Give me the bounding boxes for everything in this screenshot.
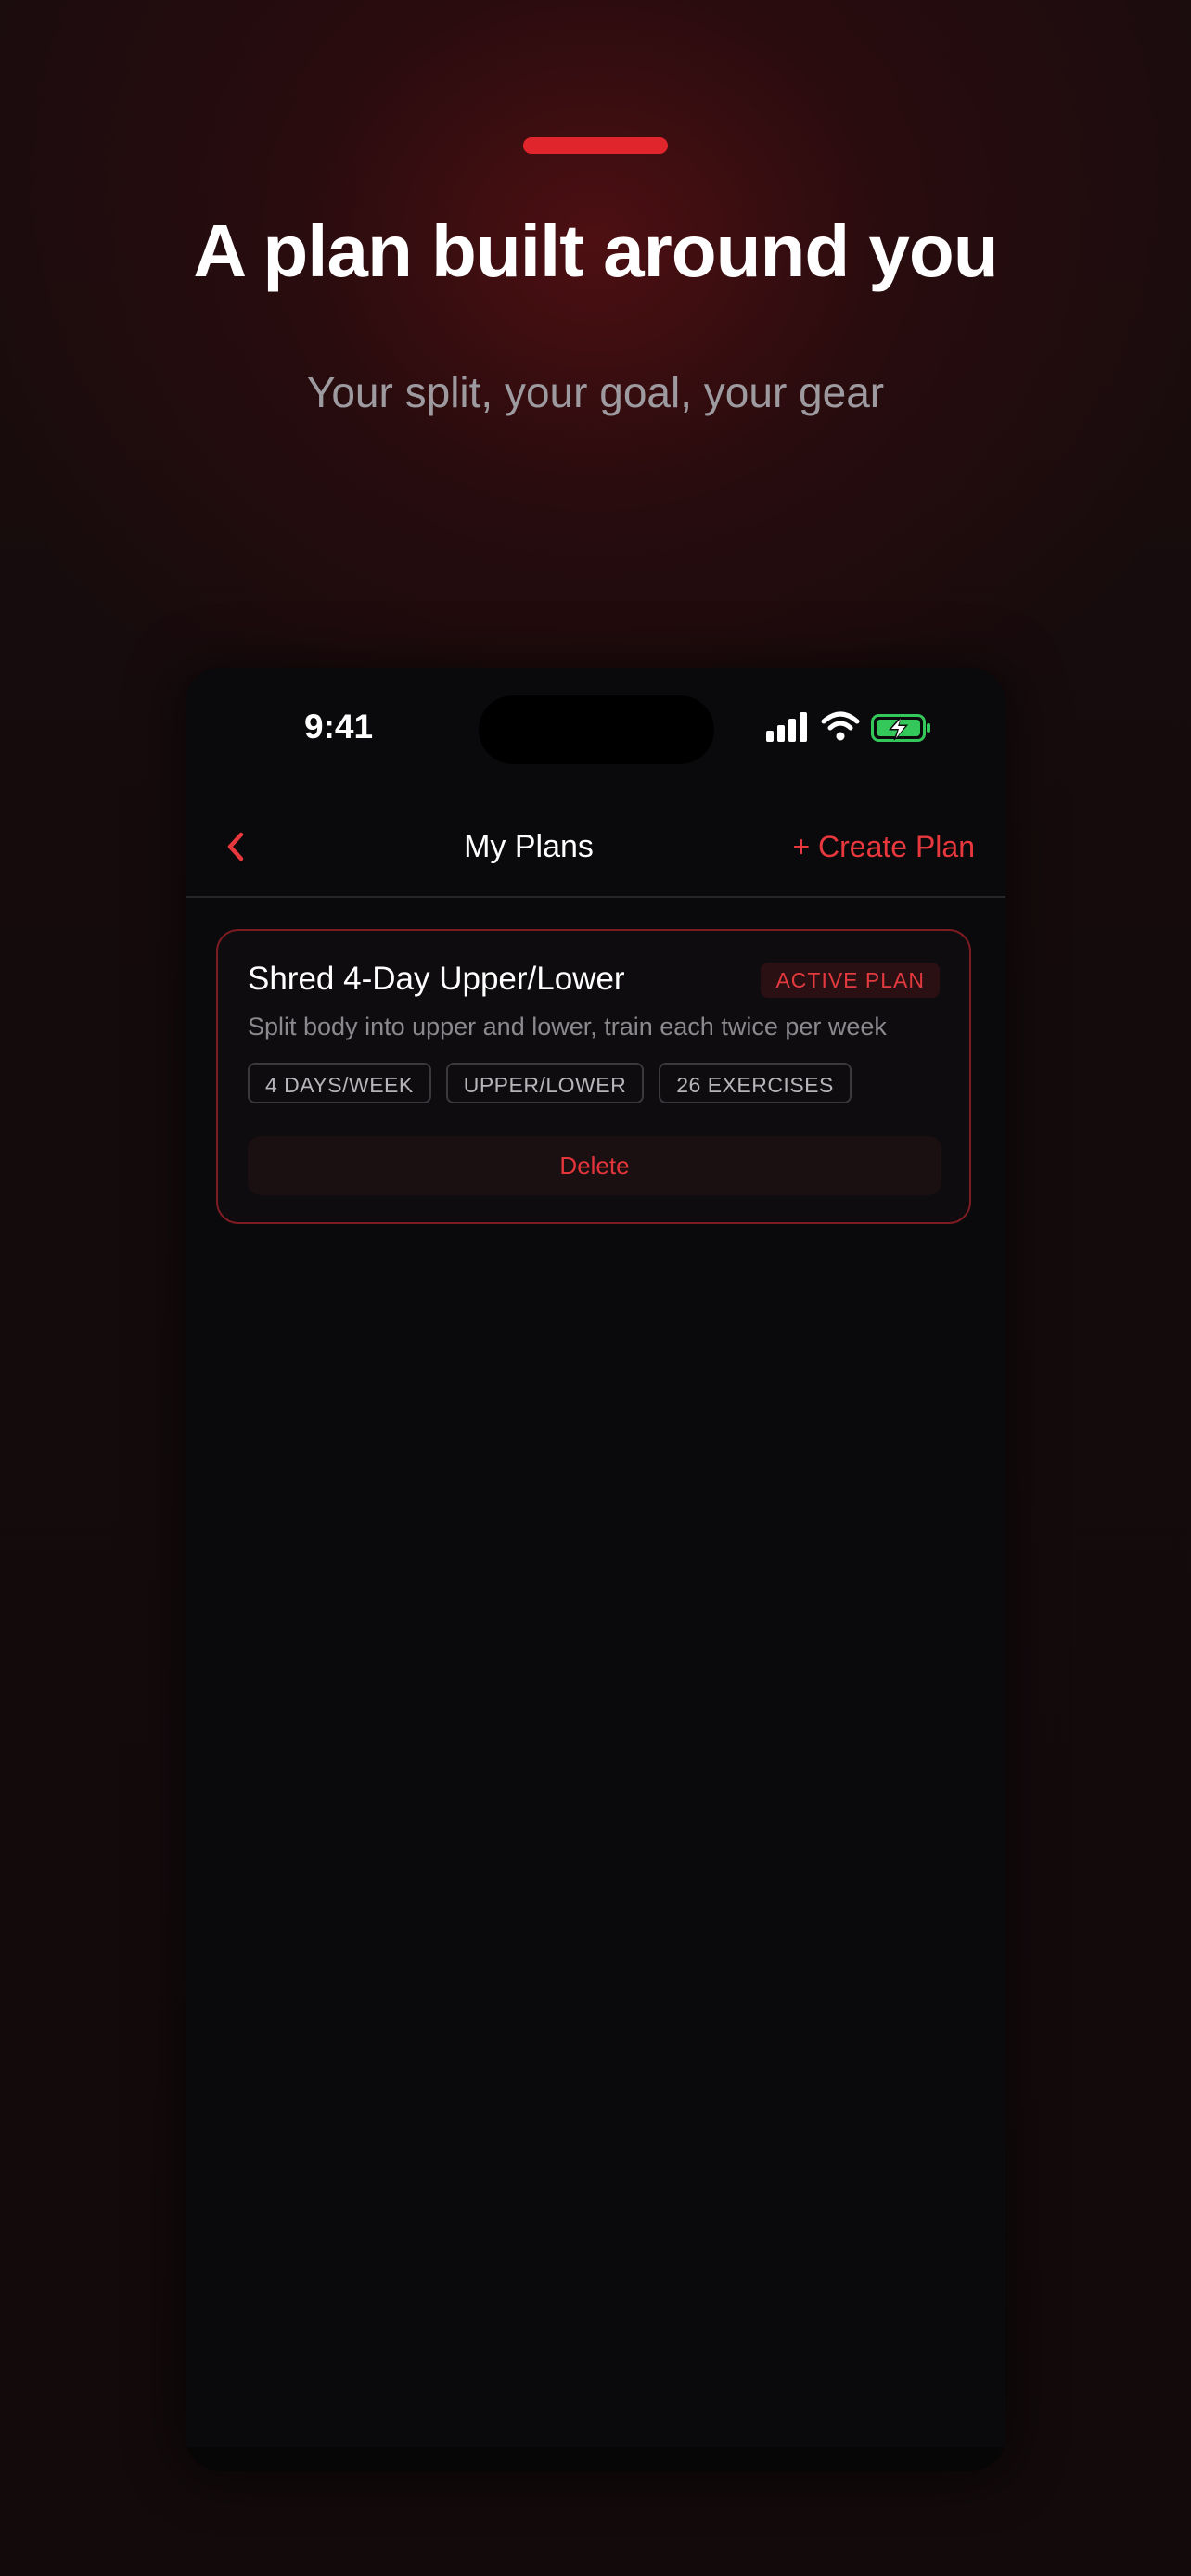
plan-card[interactable]: Shred 4-Day Upper/Lower ACTIVE PLAN Spli… — [216, 929, 971, 1224]
create-plan-button[interactable]: + Create Plan — [792, 823, 975, 870]
plan-tags: 4 DAYS/WEEK UPPER/LOWER 26 EXERCISES — [248, 1063, 852, 1103]
plan-description: Split body into upper and lower, train e… — [248, 1013, 887, 1040]
delete-plan-button[interactable]: Delete — [248, 1136, 941, 1195]
accent-bar — [523, 137, 668, 154]
hero-subhead: Your split, your goal, your gear — [306, 368, 885, 416]
status-icons — [766, 711, 930, 742]
nav-bar: My Plans + Create Plan — [186, 797, 1005, 898]
nav-title: My Plans — [464, 829, 594, 864]
status-time: 9:41 — [304, 708, 374, 746]
tag-exercise-count: 26 EXERCISES — [659, 1063, 852, 1103]
plan-title: Shred 4-Day Upper/Lower — [248, 961, 625, 997]
phone-mockup: 9:41 My Plans + Create Plan Shred 4-Day … — [186, 668, 1005, 2471]
active-plan-badge: ACTIVE PLAN — [761, 963, 940, 998]
tag-split-type: UPPER/LOWER — [445, 1063, 645, 1103]
tag-days-per-week: 4 DAYS/WEEK — [248, 1063, 431, 1103]
wifi-icon — [821, 711, 860, 741]
hero-headline: A plan built around you — [193, 210, 998, 292]
phone-bottom-edge — [186, 2447, 1005, 2471]
dynamic-island — [479, 695, 714, 764]
battery-charging-icon — [871, 714, 930, 742]
cellular-signal-icon — [766, 712, 807, 742]
